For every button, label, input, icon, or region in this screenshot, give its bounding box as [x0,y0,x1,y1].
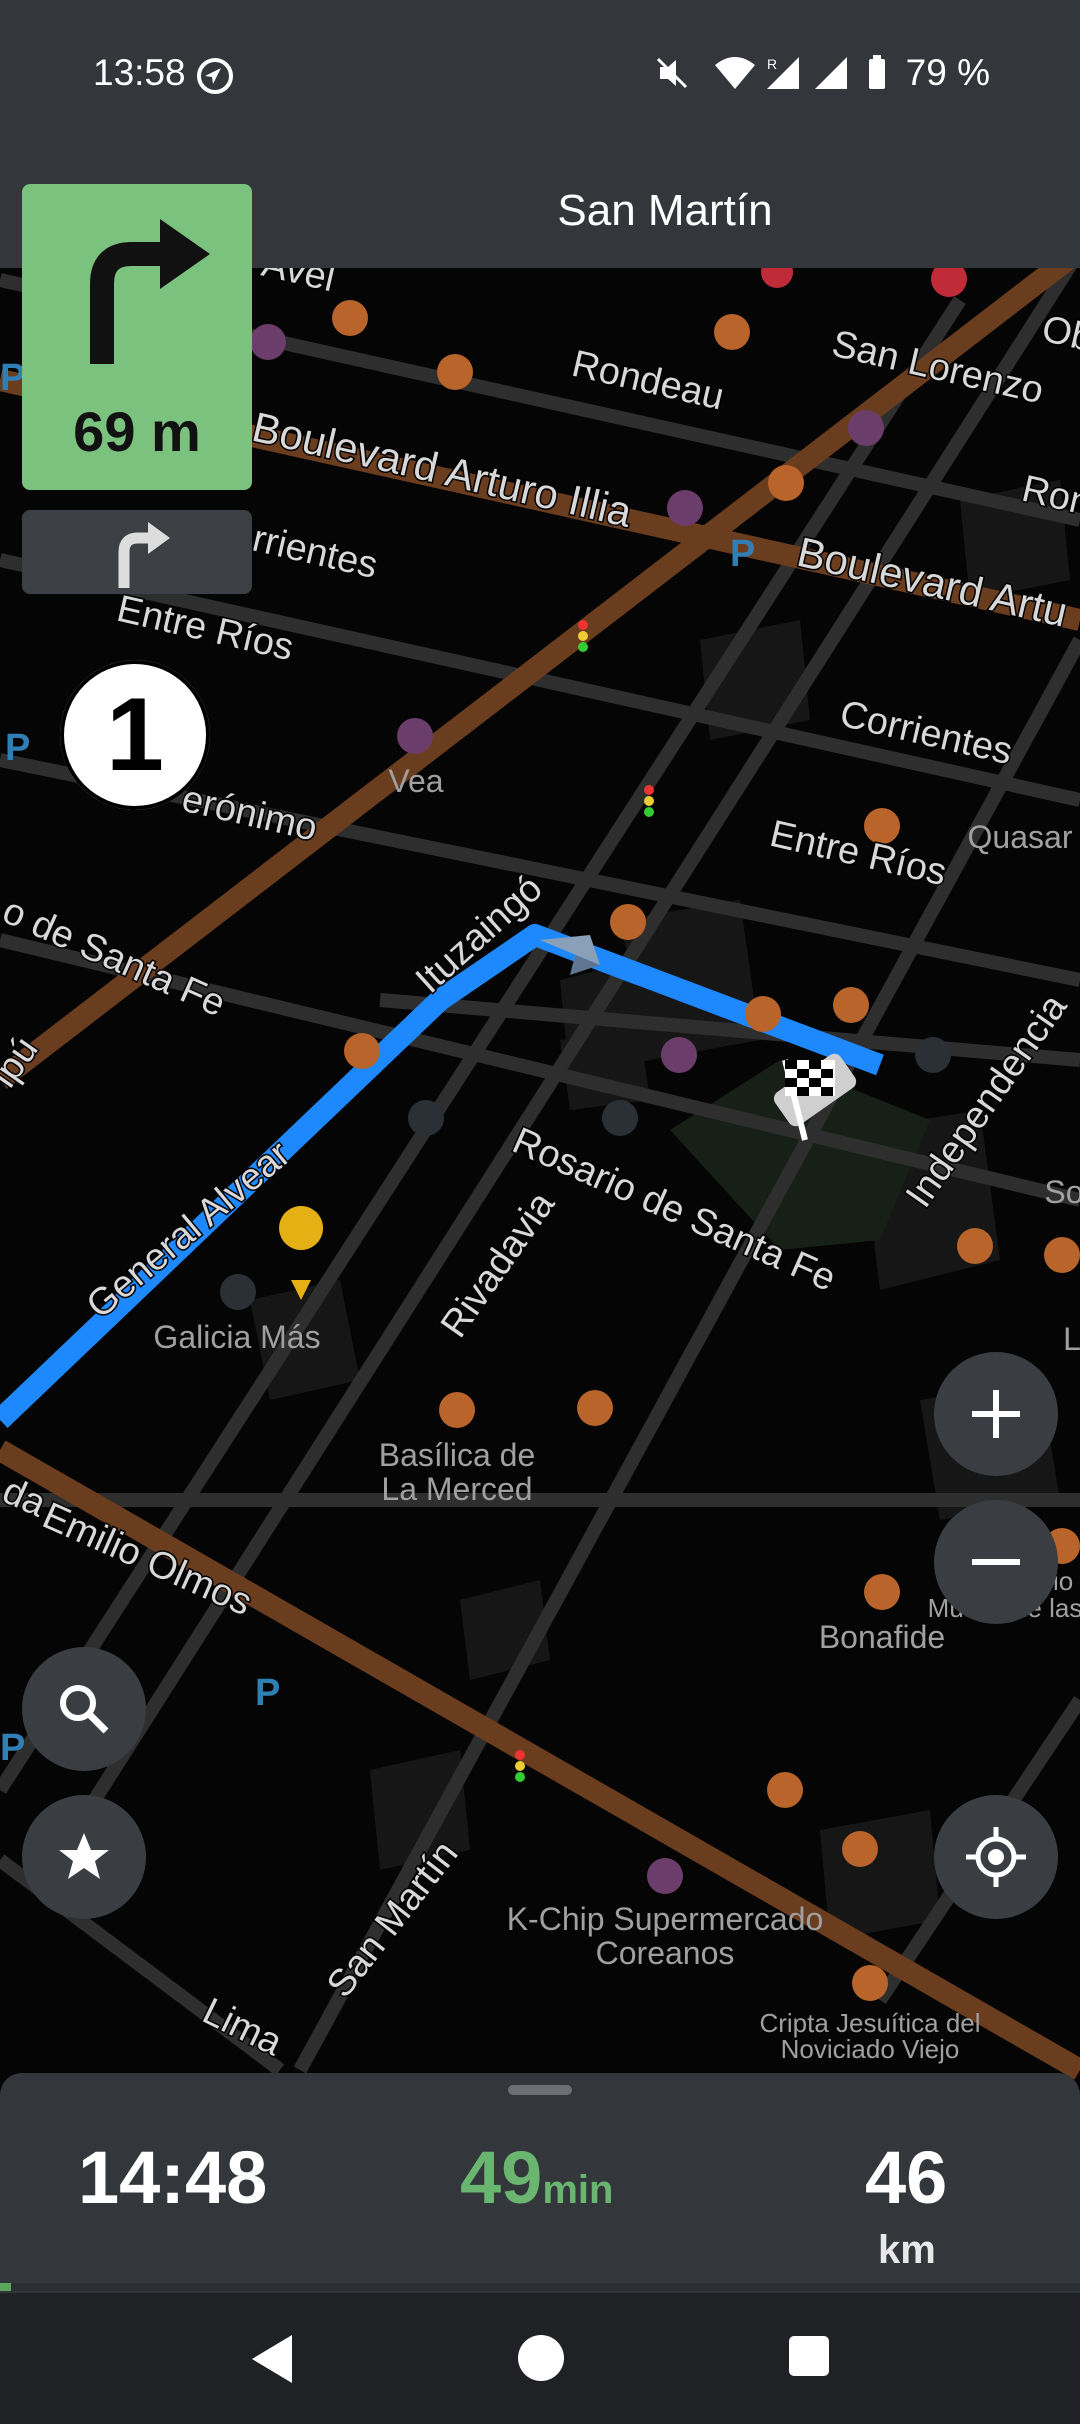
signal-icon [815,57,848,89]
turn-right-icon [90,219,210,364]
roundabout-exit-number: 1 [106,677,164,793]
place-label-kchip-1: K-Chip Supermercado [507,1901,824,1937]
home-icon[interactable] [516,2333,566,2383]
place-label-vea: Vea [388,763,443,799]
next-turn-right-icon [118,522,170,588]
recents-icon[interactable] [788,2335,830,2377]
distance-unit: km [878,2228,936,2272]
drag-handle[interactable] [508,2085,572,2095]
zoom-in-button[interactable] [934,1352,1058,1476]
route-progress-bar [0,2283,1080,2291]
search-icon [60,1685,109,1734]
system-navigation-bar [0,2293,1080,2424]
svg-text:R: R [767,56,777,72]
svg-text:P: P [0,1727,25,1769]
mute-icon [657,57,688,89]
my-location-button[interactable] [934,1795,1058,1919]
status-time: 13:58 [93,52,186,93]
place-label-galicia-mas: Galicia Más [153,1319,320,1355]
place-label-basilica-2: La Merced [381,1471,532,1507]
roundabout-exit-badge: 1 [60,660,210,810]
place-label-l: L [1063,1321,1080,1357]
status-bar: 13:58 R 79 % [0,0,1080,150]
back-icon[interactable] [248,2333,296,2385]
place-label-cripta-2: Noviciado Viejo [781,2034,960,2064]
zoom-out-button[interactable] [934,1500,1058,1624]
battery-percent: 79 % [905,52,990,93]
battery-icon [869,55,886,89]
navigation-arrow-icon [197,58,233,94]
route-progress-fill [0,2283,11,2291]
distance-value: 46 [865,2136,948,2219]
minus-icon [972,1559,1020,1565]
search-button[interactable] [22,1647,146,1771]
duration-unit: min [542,2168,614,2212]
turn-distance: 69 m [73,400,201,463]
svg-text:P: P [5,727,30,769]
place-label-basilica-1: Basílica de [379,1437,536,1473]
current-street-name: San Martín [557,186,773,235]
signal-roaming-icon: R [766,56,799,89]
duration-value: 49 [460,2136,543,2219]
place-label-kchip-2: Coreanos [596,1935,735,1971]
svg-text:P: P [730,533,755,575]
wifi-icon [714,57,755,89]
turn-instruction-panel[interactable]: 69 m [22,184,252,490]
trip-info-panel[interactable]: 14:48 49min 46 km [0,2073,1080,2293]
crosshair-icon [966,1827,1026,1887]
svg-text:P: P [255,1672,280,1714]
place-label-bonafide: Bonafide [819,1619,945,1655]
plus-icon [972,1390,1020,1438]
next-turn-panel [22,510,252,594]
star-icon [59,1833,109,1879]
status-icons: R 79 % [654,52,990,94]
place-label-so: So [1044,1174,1080,1210]
favorites-button[interactable] [22,1795,146,1919]
trip-duration: 49min [460,2135,613,2220]
eta-time: 14:48 [78,2136,268,2219]
place-label-quasar: Quasar [968,819,1073,855]
